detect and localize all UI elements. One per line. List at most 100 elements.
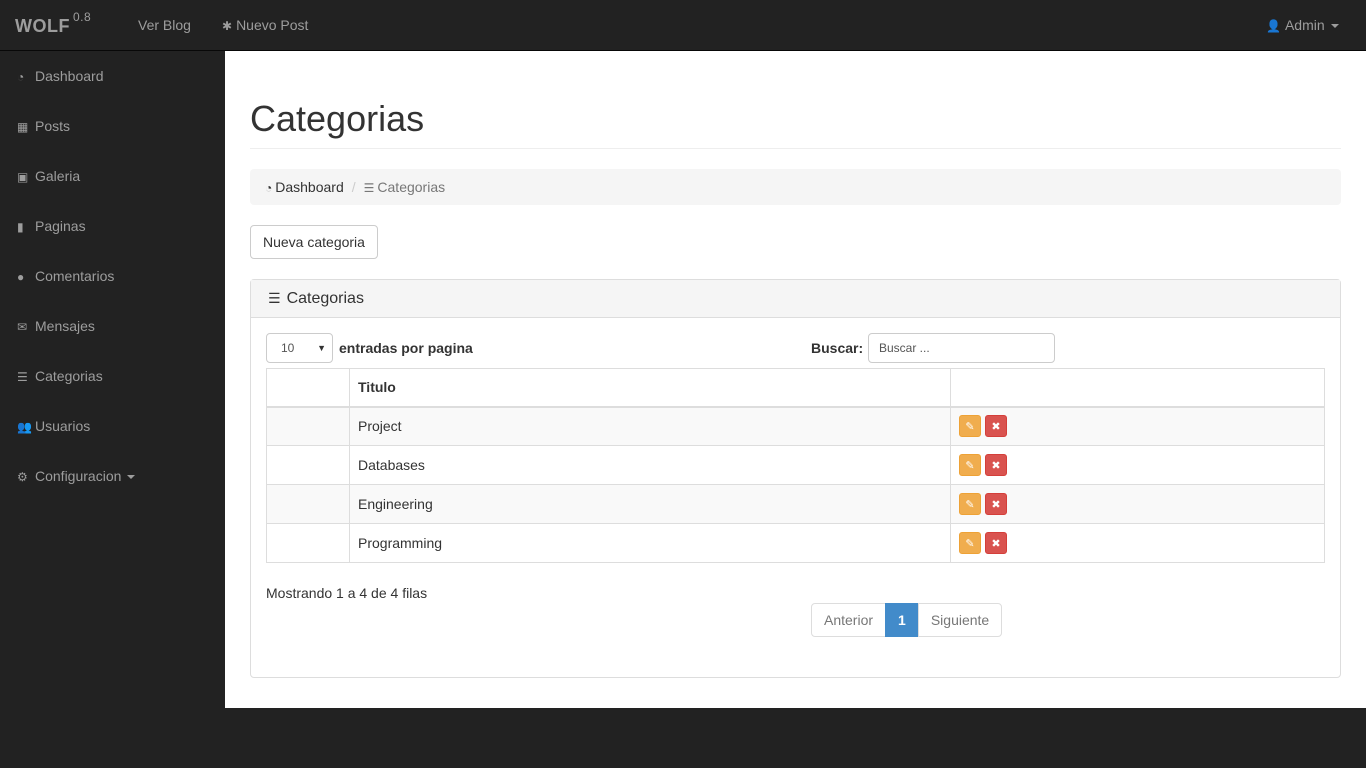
row-actions-cell: ✎ ✖ bbox=[950, 484, 1325, 524]
row-index-cell bbox=[266, 484, 350, 524]
sidebar-item-galeria[interactable]: ▣ Galeria bbox=[0, 151, 225, 201]
sidebar-item-label: Dashboard bbox=[35, 68, 104, 84]
top-navbar: WOLF 0.8 Ver Blog ✱ Nuevo Post 👤 Admin bbox=[0, 0, 1366, 51]
row-index-cell bbox=[266, 523, 350, 563]
breadcrumb: ◔ Dashboard / ☰ Categorias bbox=[250, 169, 1341, 205]
row-title-cell: Project bbox=[349, 406, 951, 446]
title-divider bbox=[250, 148, 1341, 149]
breadcrumb-current: ☰ Categorias bbox=[364, 179, 445, 195]
edit-button[interactable]: ✎ bbox=[959, 493, 981, 515]
delete-button[interactable]: ✖ bbox=[985, 454, 1007, 476]
row-index-cell bbox=[266, 406, 350, 446]
sidebar-item-label: Posts bbox=[35, 118, 71, 134]
breadcrumb-dashboard-label: Dashboard bbox=[275, 179, 344, 195]
panel-title: Categorias bbox=[286, 290, 364, 307]
nav-nuevo-post[interactable]: ✱ Nuevo Post bbox=[222, 17, 308, 33]
delete-button[interactable]: ✖ bbox=[985, 532, 1007, 554]
image-icon: ▣ bbox=[17, 170, 29, 184]
delete-button[interactable]: ✖ bbox=[985, 415, 1007, 438]
breadcrumb-separator: / bbox=[351, 179, 356, 195]
sidebar-item-label: Mensajes bbox=[35, 318, 95, 334]
categories-panel: ☰ Categorias 10 ▼ entradas por pagina Bus… bbox=[250, 279, 1341, 678]
sidebar-item-paginas[interactable]: ▮ Paginas bbox=[0, 201, 225, 251]
list-icon: ☰ bbox=[363, 181, 375, 195]
user-icon: 👤 bbox=[1266, 19, 1281, 33]
nav-ver-blog[interactable]: Ver Blog bbox=[138, 17, 191, 33]
row-title-cell: Databases bbox=[349, 445, 951, 485]
sidebar-item-comentarios[interactable]: ● Comentarios bbox=[0, 251, 225, 301]
column-header-titulo[interactable]: Titulo bbox=[349, 368, 951, 408]
brand-logo[interactable]: WOLF 0.8 bbox=[15, 10, 91, 37]
sidebar: ◔ Dashboard ▦ Posts ▣ Galeria ▮ Paginas ● Com… bbox=[0, 51, 225, 768]
sidebar-item-dashboard[interactable]: ◔ Dashboard bbox=[0, 51, 225, 101]
dashboard-icon: ◔ bbox=[265, 181, 273, 195]
column-header-index[interactable] bbox=[266, 368, 350, 408]
pencil-icon: ✎ bbox=[965, 538, 975, 550]
row-actions-cell: ✎ ✖ bbox=[950, 445, 1325, 485]
column-header-actions bbox=[950, 368, 1325, 408]
sidebar-item-label: Configuracion bbox=[35, 468, 122, 484]
sidebar-item-posts[interactable]: ▦ Posts bbox=[0, 101, 225, 151]
close-icon: ✖ bbox=[991, 460, 1001, 472]
row-actions-cell: ✎ ✖ bbox=[950, 523, 1325, 563]
sidebar-item-label: Comentarios bbox=[35, 268, 115, 284]
entries-per-page-value: 10 bbox=[281, 341, 295, 355]
brand-version: 0.8 bbox=[72, 10, 92, 24]
close-icon: ✖ bbox=[991, 499, 1001, 511]
new-category-button[interactable]: Nueva categoria bbox=[250, 225, 378, 259]
sidebar-item-label: Galeria bbox=[35, 168, 81, 184]
dashboard-icon: ◔ bbox=[17, 70, 25, 84]
pencil-icon: ✎ bbox=[965, 499, 975, 511]
entries-per-page-select[interactable]: 10 ▼ bbox=[266, 333, 333, 363]
sidebar-item-usuarios[interactable]: 👥 Usuarios bbox=[0, 401, 225, 451]
close-icon: ✖ bbox=[991, 538, 1001, 550]
breadcrumb-dashboard-link[interactable]: ◔ Dashboard bbox=[265, 179, 344, 195]
breadcrumb-current-label: Categorias bbox=[377, 179, 446, 195]
user-menu-label: Admin bbox=[1284, 17, 1325, 33]
table-info: Mostrando 1 a 4 de 4 filas bbox=[266, 585, 428, 601]
edit-button[interactable]: ✎ bbox=[959, 415, 981, 438]
table-row: Programming ✎ ✖ bbox=[266, 523, 1325, 563]
sidebar-item-label: Usuarios bbox=[35, 418, 91, 434]
pagination-prev[interactable]: Anterior bbox=[811, 603, 887, 637]
entries-per-page-label: entradas por pagina bbox=[339, 340, 473, 356]
caret-down-icon bbox=[127, 475, 136, 480]
nav-ver-blog-label: Ver Blog bbox=[138, 17, 191, 33]
grid-icon: ▦ bbox=[17, 120, 29, 134]
delete-button[interactable]: ✖ bbox=[985, 493, 1007, 515]
page-title: Categorias bbox=[250, 98, 425, 139]
sidebar-item-configuracion[interactable]: ⚙ Configuracion bbox=[0, 451, 225, 501]
pencil-icon: ✎ bbox=[965, 460, 975, 472]
list-icon: ☰ bbox=[268, 290, 281, 306]
pagination: Anterior 1 Siguiente bbox=[811, 603, 1003, 637]
pagination-next[interactable]: Siguiente bbox=[917, 603, 1003, 637]
categories-table: Titulo Project ✎ ✖ Databases ✎ ✖ Enginee… bbox=[266, 368, 1325, 563]
table-row: Project ✎ ✖ bbox=[266, 406, 1325, 446]
sidebar-item-label: Categorias bbox=[35, 368, 103, 384]
sidebar-item-categorias[interactable]: ☰ Categorias bbox=[0, 351, 225, 401]
row-actions-cell: ✎ ✖ bbox=[950, 406, 1325, 446]
file-icon: ▮ bbox=[17, 220, 24, 234]
edit-button[interactable]: ✎ bbox=[959, 532, 981, 554]
table-header-row: Titulo bbox=[266, 368, 1325, 408]
row-index-cell bbox=[266, 445, 350, 485]
sidebar-item-label: Paginas bbox=[35, 218, 86, 234]
envelope-icon: ✉ bbox=[17, 320, 28, 334]
panel-heading: ☰ Categorias bbox=[251, 280, 1340, 318]
sidebar-item-mensajes[interactable]: ✉ Mensajes bbox=[0, 301, 225, 351]
table-row: Engineering ✎ ✖ bbox=[266, 484, 1325, 524]
edit-button[interactable]: ✎ bbox=[959, 454, 981, 476]
pencil-icon: ✎ bbox=[965, 421, 975, 434]
user-menu[interactable]: 👤 Admin bbox=[1266, 17, 1339, 33]
page-wrapper: Categorias ◔ Dashboard / ☰ Categorias Nueva … bbox=[225, 51, 1366, 708]
pagination-page-1[interactable]: 1 bbox=[885, 603, 919, 637]
caret-down-icon bbox=[1330, 24, 1339, 29]
row-title-cell: Programming bbox=[349, 523, 951, 563]
comments-icon: ● bbox=[17, 270, 25, 284]
search-label: Buscar: bbox=[811, 340, 864, 356]
nav-nuevo-post-label: Nuevo Post bbox=[236, 17, 309, 33]
cogs-icon: ⚙ bbox=[17, 470, 28, 484]
row-title-cell: Engineering bbox=[349, 484, 951, 524]
users-icon: 👥 bbox=[17, 420, 32, 434]
search-input[interactable] bbox=[868, 333, 1055, 363]
